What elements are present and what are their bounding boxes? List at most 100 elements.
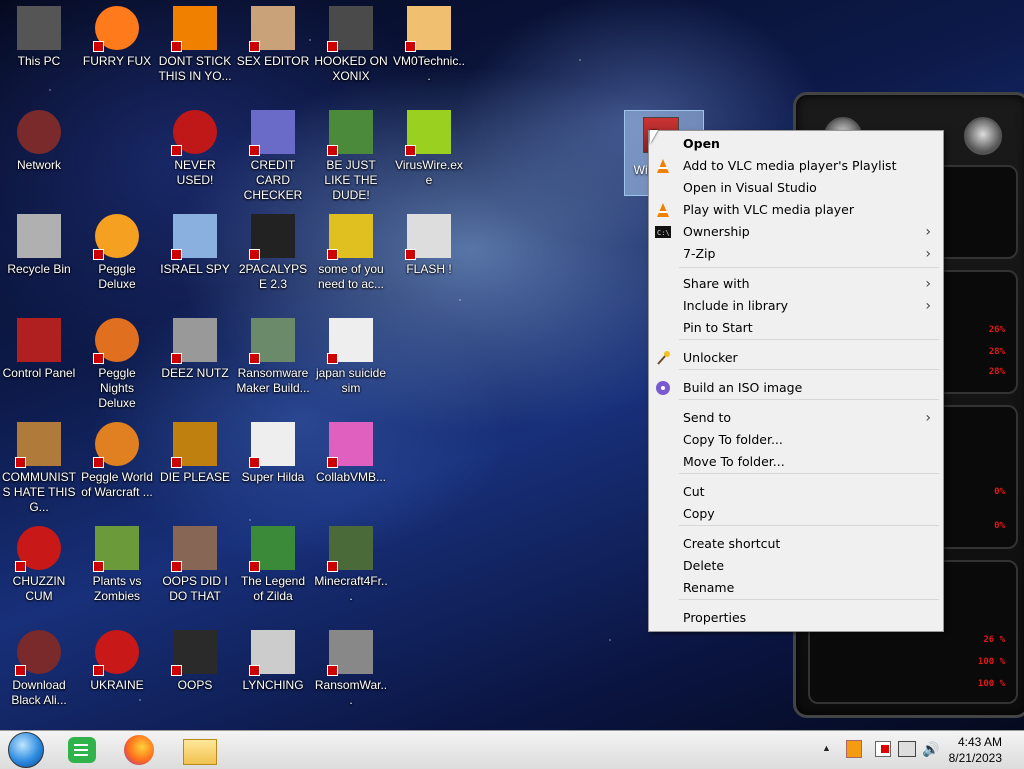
desktop-icon[interactable]: Super Hilda	[234, 422, 312, 485]
desktop-icon[interactable]: COMMUNISTS HATE THIS G...	[0, 422, 78, 515]
desktop-icon[interactable]: Recycle Bin	[0, 214, 78, 277]
desktop-icon[interactable]: DEEZ NUTZ	[156, 318, 234, 381]
shortcut-arrow-icon	[15, 561, 26, 572]
skin-percent-readout: 28%	[988, 347, 1005, 357]
menu-item-build-an-iso-image[interactable]: Build an ISO image	[649, 377, 943, 399]
desktop-icon[interactable]: RansomWar...	[312, 630, 390, 708]
menu-item-add-to-vlc-media-player-s-playlist[interactable]: Add to VLC media player's Playlist	[649, 155, 943, 177]
desktop-icon[interactable]: ISRAEL SPY	[156, 214, 234, 277]
shortcut-arrow-icon	[327, 561, 338, 572]
menu-separator	[679, 267, 939, 268]
shortcut-arrow-icon	[249, 665, 260, 676]
desktop-icon[interactable]: HOOKED ON XONIX	[312, 6, 390, 84]
shortcut-arrow-icon	[93, 41, 104, 52]
menu-item-create-shortcut[interactable]: Create shortcut	[649, 533, 943, 555]
desktop-icon[interactable]: some of you need to ac...	[312, 214, 390, 292]
volume-icon[interactable]: 🔊	[922, 741, 939, 758]
menu-item-move-to-folder[interactable]: Move To folder...	[649, 451, 943, 473]
skin-percent-readout: 26%	[988, 325, 1005, 335]
desktop-icon-image	[171, 214, 217, 260]
menu-item-label: Delete	[683, 558, 725, 573]
tray-overflow-chevron-icon[interactable]: ▲	[822, 743, 831, 753]
desktop-icon[interactable]: BE JUST LIKE THE DUDE!	[312, 110, 390, 203]
desktop-icon[interactable]: Peggle Deluxe	[78, 214, 156, 292]
desktop-icon[interactable]: UKRAINE	[78, 630, 156, 693]
menu-item-open[interactable]: Open	[649, 133, 943, 155]
desktop-icon-label: japan suicide sim	[315, 366, 387, 395]
desktop-icon[interactable]: FURRY FUX	[78, 6, 156, 69]
desktop-icon[interactable]: Plants vs Zombies	[78, 526, 156, 604]
start-orb-icon[interactable]	[8, 732, 44, 768]
firefox-icon[interactable]	[124, 735, 154, 765]
desktop-icon[interactable]: DONT STICK THIS IN YO...	[156, 6, 234, 84]
menu-item-copy[interactable]: Copy	[649, 503, 943, 525]
menu-item-include-in-library[interactable]: Include in library ›	[649, 295, 943, 317]
menu-item-share-with[interactable]: Share with ›	[649, 273, 943, 295]
desktop-icon[interactable]: 2PACALYPSE 2.3	[234, 214, 312, 292]
shortcut-arrow-icon	[249, 145, 260, 156]
network-icon[interactable]	[898, 741, 916, 757]
submenu-arrow-icon: ›	[925, 224, 931, 240]
menu-item-delete[interactable]: Delete	[649, 555, 943, 577]
desktop-icon[interactable]: NEVER USED!	[156, 110, 234, 188]
desktop-icon[interactable]: Peggle Nights Deluxe	[78, 318, 156, 411]
menu-item-cut[interactable]: Cut	[649, 481, 943, 503]
menu-item-open-in-visual-studio[interactable]: Open in Visual Studio	[649, 177, 943, 199]
menu-item-rename[interactable]: Rename	[649, 577, 943, 599]
desktop-icon-label: SEX EDITOR	[236, 54, 310, 68]
action-center-flag-icon[interactable]	[875, 741, 891, 757]
desktop-icon[interactable]: OOPS DID I DO THAT	[156, 526, 234, 604]
desktop-icon[interactable]: Ransomware Maker Build...	[234, 318, 312, 396]
shortcut-arrow-icon	[327, 353, 338, 364]
shortcut-arrow-icon	[15, 665, 26, 676]
desktop-icon[interactable]: Network	[0, 110, 78, 173]
menu-item-label: Create shortcut	[683, 536, 781, 551]
notes-icon[interactable]	[68, 737, 96, 763]
desktop-icon-label: 2PACALYPSE 2.3	[238, 262, 308, 291]
desktop-icon[interactable]: SEX EDITOR	[234, 6, 312, 69]
menu-item-label: Move To folder...	[683, 454, 785, 469]
desktop-icon[interactable]: japan suicide sim	[312, 318, 390, 396]
shortcut-arrow-icon	[249, 561, 260, 572]
desktop-icon[interactable]: LYNCHING	[234, 630, 312, 693]
desktop-icon[interactable]: VirusWire.exe	[390, 110, 468, 188]
desktop-icon[interactable]: OOPS	[156, 630, 234, 693]
clock-date: 8/21/2023	[948, 751, 1002, 765]
disc-icon	[655, 380, 671, 396]
menu-item-ownership[interactable]: C:\ Ownership ›	[649, 221, 943, 243]
desktop-icon[interactable]: Control Panel	[0, 318, 78, 381]
desktop-icon-label: Network	[16, 158, 61, 172]
tray-app-icon[interactable]	[846, 740, 862, 758]
desktop-icon[interactable]: Download Black Ali...	[0, 630, 78, 708]
desktop-icon-image	[327, 526, 373, 572]
desktop-icon[interactable]: DIE PLEASE	[156, 422, 234, 485]
menu-item-label: Open	[683, 136, 720, 151]
desktop-icon[interactable]: CREDIT CARD CHECKER	[234, 110, 312, 203]
menu-item-pin-to-start[interactable]: Pin to Start	[649, 317, 943, 339]
menu-item-7-zip[interactable]: 7-Zip ›	[649, 243, 943, 265]
menu-item-play-with-vlc-media-player[interactable]: Play with VLC media player	[649, 199, 943, 221]
desktop-icon[interactable]: Peggle World of Warcraft ...	[78, 422, 156, 500]
desktop-icon[interactable]: CHUZZIN CUM	[0, 526, 78, 604]
desktop-icon-image	[93, 318, 139, 364]
desktop-icon[interactable]: This PC	[0, 6, 78, 69]
menu-item-unlocker[interactable]: Unlocker	[649, 347, 943, 369]
tray-clock[interactable]: 4:43 AM 8/21/2023	[949, 734, 1002, 766]
menu-item-send-to[interactable]: Send to ›	[649, 407, 943, 429]
menu-item-label: Share with	[683, 276, 750, 291]
shortcut-arrow-icon	[405, 41, 416, 52]
mouse-cursor-icon	[650, 130, 658, 144]
desktop-icon[interactable]: The Legend of Zilda	[234, 526, 312, 604]
desktop-icon-label: OOPS	[177, 678, 213, 692]
desktop-icon[interactable]: VM0Technic...	[390, 6, 468, 84]
desktop-icon-label: Ransomware Maker Build...	[236, 366, 310, 395]
menu-item-copy-to-folder[interactable]: Copy To folder...	[649, 429, 943, 451]
desktop-icon[interactable]: Minecraft4Fr...	[312, 526, 390, 604]
desktop-icon-label: DIE PLEASE	[159, 470, 231, 484]
desktop-icon[interactable]: CollabVMB...	[312, 422, 390, 485]
submenu-arrow-icon: ›	[925, 410, 931, 426]
menu-item-properties[interactable]: Properties	[649, 607, 943, 629]
file-explorer-icon[interactable]	[183, 739, 217, 765]
desktop-icon-image	[17, 6, 61, 50]
desktop-icon[interactable]: FLASH !	[390, 214, 468, 277]
